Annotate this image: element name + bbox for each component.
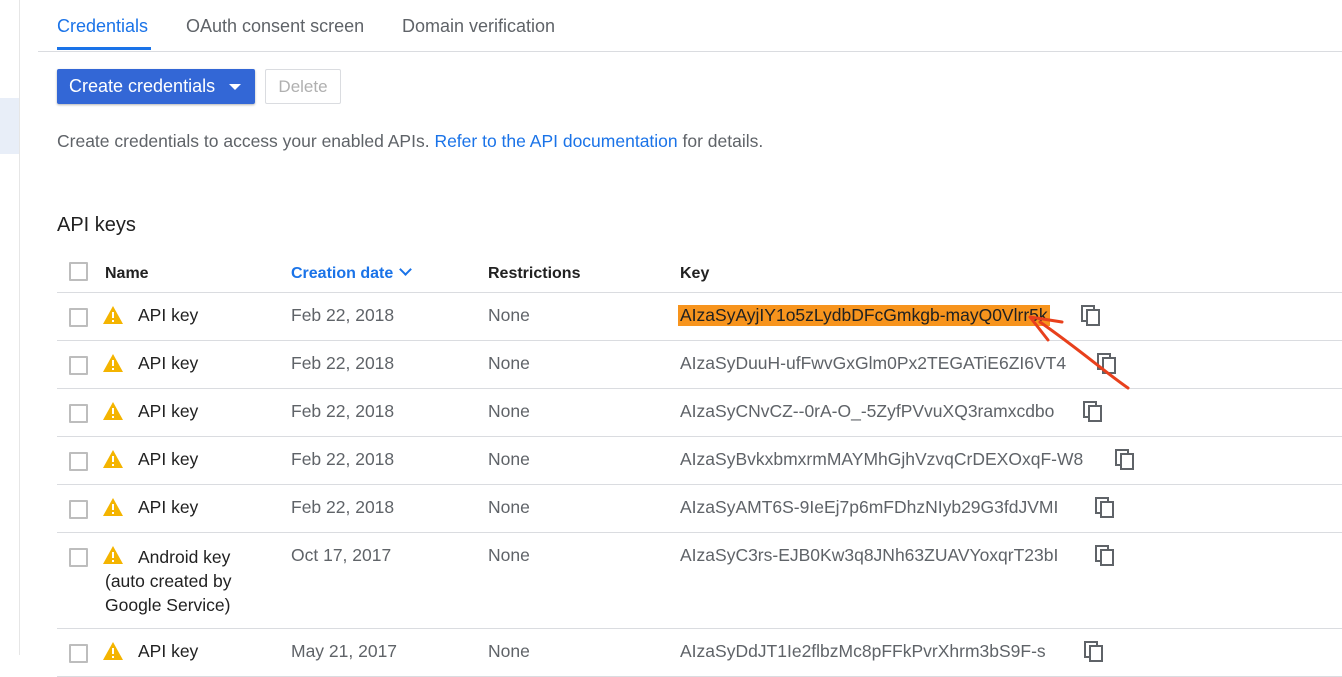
table-row[interactable]: Android key (auto created by Google Serv… [57,533,1342,629]
restrictions: None [488,305,530,325]
copy-icon[interactable] [1095,545,1115,567]
column-header-restrictions[interactable]: Restrictions [488,265,580,283]
warning-icon [103,642,123,660]
api-documentation-link[interactable]: Refer to the API documentation [434,131,677,151]
creation-date: Feb 22, 2018 [291,401,395,421]
copy-icon[interactable] [1081,305,1101,327]
dropdown-caret-icon [229,84,241,90]
api-key-value[interactable]: AIzaSyBvkxbmxrmMAYMhGjhVzvqCrDEXOxqF-W8 [680,449,1083,470]
key-name-link[interactable]: Android key (auto created by Google Serv… [105,545,265,617]
warning-icon [103,450,123,468]
tab-credentials[interactable]: Credentials [57,16,148,37]
warning-icon [103,306,123,324]
creation-date-header-label: Creation date [291,265,394,282]
table-header: Name Creation date Restrictions Key [57,252,1342,293]
tab-oauth-consent-screen[interactable]: OAuth consent screen [186,16,364,37]
row-checkbox[interactable] [69,404,88,423]
row-checkbox[interactable] [69,356,88,375]
row-checkbox[interactable] [69,644,88,663]
creation-date: Feb 22, 2018 [291,497,395,517]
key-name-link[interactable]: API key [138,497,198,518]
row-checkbox[interactable] [69,308,88,327]
column-header-name[interactable]: Name [105,265,149,283]
table-row[interactable]: API key Feb 22, 2018 None AIzaSyAyjIY1o5… [57,293,1342,341]
creation-date: May 21, 2017 [291,641,398,661]
tab-domain-verification[interactable]: Domain verification [402,16,555,37]
tab-bar: Credentials OAuth consent screen Domain … [38,0,1342,52]
description-after: for details. [677,131,764,151]
restrictions: None [488,497,530,517]
restrictions: None [488,401,530,421]
select-all-checkbox[interactable] [69,262,88,281]
create-credentials-label: Create credentials [69,76,216,96]
column-header-key[interactable]: Key [680,265,709,283]
api-key-value-highlighted[interactable]: AIzaSyAyjIY1o5zLydbDFcGmkgb-mayQ0Vlrr5k [678,305,1050,326]
row-checkbox[interactable] [69,548,88,567]
copy-icon[interactable] [1083,401,1103,423]
key-name-link[interactable]: API key [138,305,198,326]
copy-icon[interactable] [1084,641,1104,663]
restrictions: None [488,641,530,661]
api-key-value[interactable]: AIzaSyDdJT1Ie2flbzMc8pFFkPvrXhrm3bS9F-s [680,641,1046,662]
table-row[interactable]: API key Feb 22, 2018 None AIzaSyDuuH-ufF… [57,341,1342,389]
api-key-value[interactable]: AIzaSyC3rs-EJB0Kw3q8JNh63ZUAVYoxqrT23bI [680,545,1058,566]
restrictions: None [488,449,530,469]
left-nav-selected-item[interactable] [0,98,19,154]
table-row[interactable]: API key May 21, 2017 None AIzaSyDdJT1Ie2… [57,629,1342,677]
api-key-value[interactable]: AIzaSyCNvCZ--0rA-O_-5ZyfPVvuXQ3ramxcdbo [680,401,1054,422]
warning-icon [103,498,123,516]
api-key-value[interactable]: AIzaSyAMT6S-9IeEj7p6mFDhzNIyb29G3fdJVMI [680,497,1058,518]
description-before: Create credentials to access your enable… [57,131,435,151]
row-checkbox[interactable] [69,452,88,471]
row-checkbox[interactable] [69,500,88,519]
section-title-api-keys: API keys [57,214,136,236]
restrictions: None [488,353,530,373]
copy-icon[interactable] [1097,353,1117,375]
description-text: Create credentials to access your enable… [57,131,763,152]
key-name-link[interactable]: API key [138,401,198,422]
creation-date: Oct 17, 2017 [291,545,392,565]
key-name-link[interactable]: API key [138,449,198,470]
active-tab-indicator [57,47,151,50]
api-key-value[interactable]: AIzaSyDuuH-ufFwvGxGlm0Px2TEGATiE6ZI6VT4 [680,353,1066,374]
restrictions: None [488,545,530,565]
key-name-link[interactable]: API key [138,641,198,662]
creation-date: Feb 22, 2018 [291,305,395,325]
copy-icon[interactable] [1095,497,1115,519]
key-name-link[interactable]: API key [138,353,198,374]
creation-date: Feb 22, 2018 [291,353,395,373]
warning-icon [103,402,123,420]
column-header-creation-date[interactable]: Creation date [291,263,413,283]
chevron-down-icon [399,263,413,276]
left-nav-rail [0,0,20,655]
warning-icon [103,354,123,372]
delete-button[interactable]: Delete [265,69,341,104]
table-row[interactable]: API key Feb 22, 2018 None AIzaSyBvkxbmxr… [57,437,1342,485]
creation-date: Feb 22, 2018 [291,449,395,469]
table-row[interactable]: API key Feb 22, 2018 None AIzaSyCNvCZ--0… [57,389,1342,437]
table-row[interactable]: API key Feb 22, 2018 None AIzaSyAMT6S-9I… [57,485,1342,533]
create-credentials-button[interactable]: Create credentials [57,69,255,104]
copy-icon[interactable] [1115,449,1135,471]
